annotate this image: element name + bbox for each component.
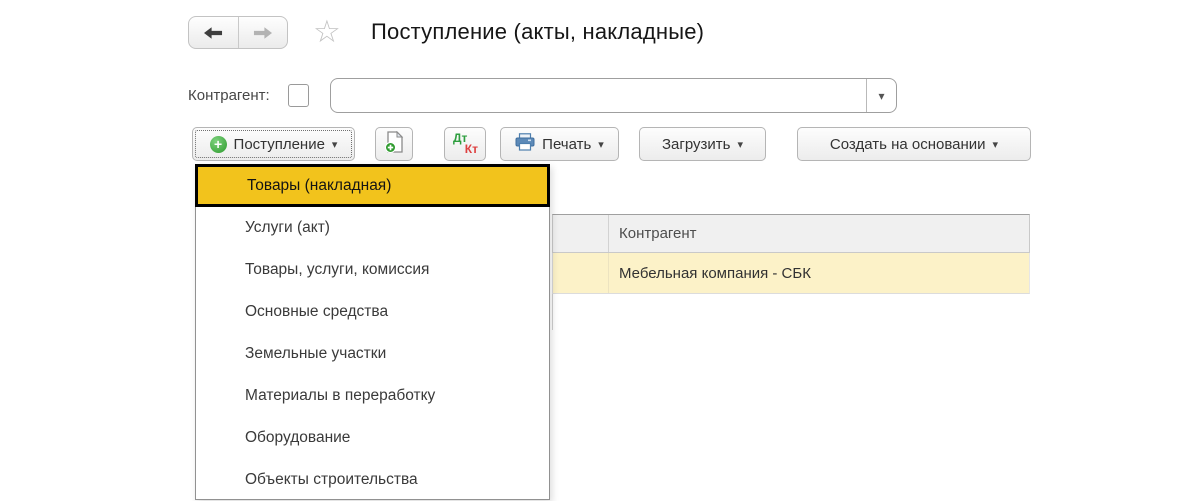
counterparty-combobox: ▾ xyxy=(330,78,897,113)
print-button-label: Печать xyxy=(542,135,592,153)
chevron-down-icon: ▾ xyxy=(992,138,999,151)
table-row[interactable]: Мебельная компания - СБК xyxy=(552,253,1030,294)
print-button[interactable]: Печать ▾ xyxy=(500,127,619,161)
menu-item-tovary-uslugi-komissiya[interactable]: Товары, услуги, комиссия xyxy=(196,249,549,291)
chevron-down-icon: ▾ xyxy=(331,138,338,151)
column-header-counterparty[interactable]: Контрагент xyxy=(609,215,1029,252)
menu-item-materialy-v-pererabotku[interactable]: Материалы в переработку xyxy=(196,375,549,417)
load-button-label: Загрузить xyxy=(661,135,731,153)
counterparty-input[interactable] xyxy=(331,79,866,112)
create-based-on-button[interactable]: Создать на основании ▾ xyxy=(797,127,1031,161)
document-list-table: Контрагент Мебельная компания - СБК xyxy=(552,214,1030,330)
favorite-star-icon[interactable]: ☆ xyxy=(313,15,341,49)
menu-item-oborudovanie[interactable]: Оборудование xyxy=(196,417,549,459)
table-cell-counterparty: Мебельная компания - СБК xyxy=(619,264,811,282)
counterparty-filter-label: Контрагент: xyxy=(188,87,270,104)
table-header-row: Контрагент xyxy=(552,214,1030,253)
chevron-down-icon: ▾ xyxy=(598,138,604,151)
table-empty-area xyxy=(552,294,1030,330)
receipt-type-dropdown-menu: Товары (накладная) Услуги (акт) Товары, … xyxy=(195,164,550,500)
load-button[interactable]: Загрузить ▾ xyxy=(639,127,766,161)
table-cell-flag xyxy=(553,253,609,293)
create-based-on-label: Создать на основании xyxy=(829,135,986,153)
new-document-icon xyxy=(384,130,404,158)
credit-label: Кт xyxy=(464,142,478,156)
receipt-button[interactable]: + Поступление ▾ xyxy=(192,127,355,161)
menu-item-osnovnye-sredstva[interactable]: Основные средства xyxy=(196,291,549,333)
column-header-flag[interactable] xyxy=(553,215,609,252)
menu-item-zemelnye-uchastki[interactable]: Земельные участки xyxy=(196,333,549,375)
page-title: Поступление (акты, накладные) xyxy=(371,19,705,44)
combobox-dropdown-button[interactable]: ▾ xyxy=(866,79,896,112)
debit-credit-icon: Дт Кт xyxy=(445,128,485,160)
forward-button[interactable] xyxy=(237,17,288,48)
chevron-down-icon: ▾ xyxy=(878,88,885,103)
create-new-document-button[interactable] xyxy=(375,127,413,161)
menu-item-uslugi-akt[interactable]: Услуги (акт) xyxy=(196,207,549,249)
printer-icon xyxy=(515,133,535,155)
forward-arrow-icon xyxy=(253,26,273,39)
back-button[interactable] xyxy=(189,17,238,48)
back-arrow-icon xyxy=(203,26,223,39)
post-document-dtkt-button[interactable]: Дт Кт xyxy=(444,127,486,161)
history-nav-group xyxy=(188,16,288,49)
counterparty-filter-checkbox[interactable] xyxy=(288,84,309,107)
chevron-down-icon: ▾ xyxy=(737,138,744,151)
receipt-button-label: Поступление xyxy=(233,135,325,153)
menu-item-obekty-stroitelstva[interactable]: Объекты строительства xyxy=(196,459,549,501)
menu-item-tovary-nakladnaya[interactable]: Товары (накладная) xyxy=(195,164,550,207)
plus-circle-icon: + xyxy=(209,135,227,153)
